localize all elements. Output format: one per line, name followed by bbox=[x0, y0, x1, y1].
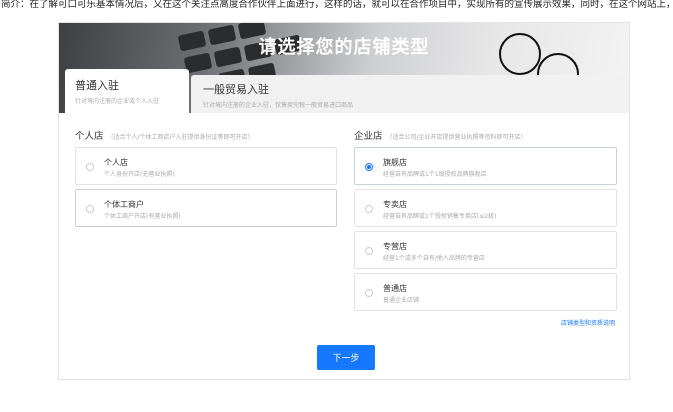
radio-specialty-store[interactable] bbox=[365, 247, 373, 255]
store-type-card: 请选择您的店铺类型 普通入驻 针对境内注册的企业或个人入驻 一般贸易入驻 针对境… bbox=[58, 22, 630, 380]
tab-general-subtitle: 针对境内注册的企业入驻，仅售卖完税一般贸易进口商品 bbox=[203, 102, 354, 109]
next-step-button[interactable]: 下一步 bbox=[317, 345, 375, 370]
personal-heading-title: 个人店 bbox=[75, 131, 104, 142]
option-desc: 经营自有品牌或1个授权销售专卖店(≤2级) bbox=[383, 213, 497, 220]
tab-general-title: 一般贸易入驻 bbox=[203, 83, 269, 96]
radio-ordinary-store[interactable] bbox=[365, 289, 373, 297]
radio-individual-business[interactable] bbox=[86, 205, 94, 213]
option-name: 个人店 bbox=[104, 158, 128, 167]
tab-normal-entry[interactable]: 普通入驻 针对境内注册的企业或个人入驻 bbox=[65, 69, 189, 114]
option-name: 旗舰店 bbox=[383, 158, 407, 167]
personal-heading: 个人店 （适合个人/个体工商店户入驻提供身份证等即可开店） bbox=[75, 128, 254, 142]
store-type-info-link[interactable]: 店铺类型和资质说明 bbox=[561, 318, 615, 327]
enterprise-heading-title: 企业店 bbox=[354, 131, 383, 142]
option-personal-store[interactable]: 个人店 个人身份开店(无营业执照) bbox=[75, 147, 337, 185]
option-name: 专卖店 bbox=[383, 200, 407, 209]
enterprise-heading-note: （适合公司/企业开店提供营业执照等资料即可开店） bbox=[386, 134, 527, 141]
option-desc: 经营自有品牌或1个1级授权品牌旗舰店 bbox=[383, 171, 487, 178]
option-name: 个体工商户 bbox=[104, 200, 144, 209]
personal-heading-note: （适合个人/个体工商店户入驻提供身份证等即可开店） bbox=[107, 134, 254, 141]
option-exclusive-store[interactable]: 专卖店 经营自有品牌或1个授权销售专卖店(≤2级) bbox=[354, 189, 617, 227]
option-individual-business[interactable]: 个体工商户 个体工商户开店(有营业执照) bbox=[75, 189, 337, 227]
option-desc: 个体工商户开店(有营业执照) bbox=[104, 213, 181, 220]
radio-flagship-store[interactable] bbox=[365, 163, 373, 171]
option-desc: 普通企业店铺 bbox=[383, 297, 420, 304]
tab-normal-subtitle: 针对境内注册的企业或个人入驻 bbox=[75, 98, 160, 105]
option-desc: 经营1个或多个自有/他人品牌的专营店 bbox=[383, 255, 485, 262]
option-desc: 个人身份开店(无营业执照) bbox=[104, 171, 175, 178]
option-flagship-store[interactable]: 旗舰店 经营自有品牌或1个1级授权品牌旗舰店 bbox=[354, 147, 617, 185]
option-specialty-store[interactable]: 专营店 经营1个或多个自有/他人品牌的专营店 bbox=[354, 231, 617, 269]
top-notice-text: 简介：在了解可口可乐基本情况后，又在这个关注点高度合作伙伴上面进行，这样的话，就… bbox=[0, 0, 673, 20]
radio-personal-store[interactable] bbox=[86, 163, 94, 171]
banner-title: 请选择您的店铺类型 bbox=[258, 37, 430, 58]
option-name: 专营店 bbox=[383, 242, 407, 251]
enterprise-heading: 企业店 （适合公司/企业开店提供营业执照等资料即可开店） bbox=[354, 128, 527, 142]
option-ordinary-store[interactable]: 普通店 普通企业店铺 bbox=[354, 273, 617, 311]
tab-general-trade-entry[interactable]: 一般贸易入驻 针对境内注册的企业入驻，仅售卖完税一般贸易进口商品 bbox=[191, 75, 629, 113]
radio-exclusive-store[interactable] bbox=[365, 205, 373, 213]
tab-normal-title: 普通入驻 bbox=[75, 79, 119, 92]
option-name: 普通店 bbox=[383, 284, 407, 293]
